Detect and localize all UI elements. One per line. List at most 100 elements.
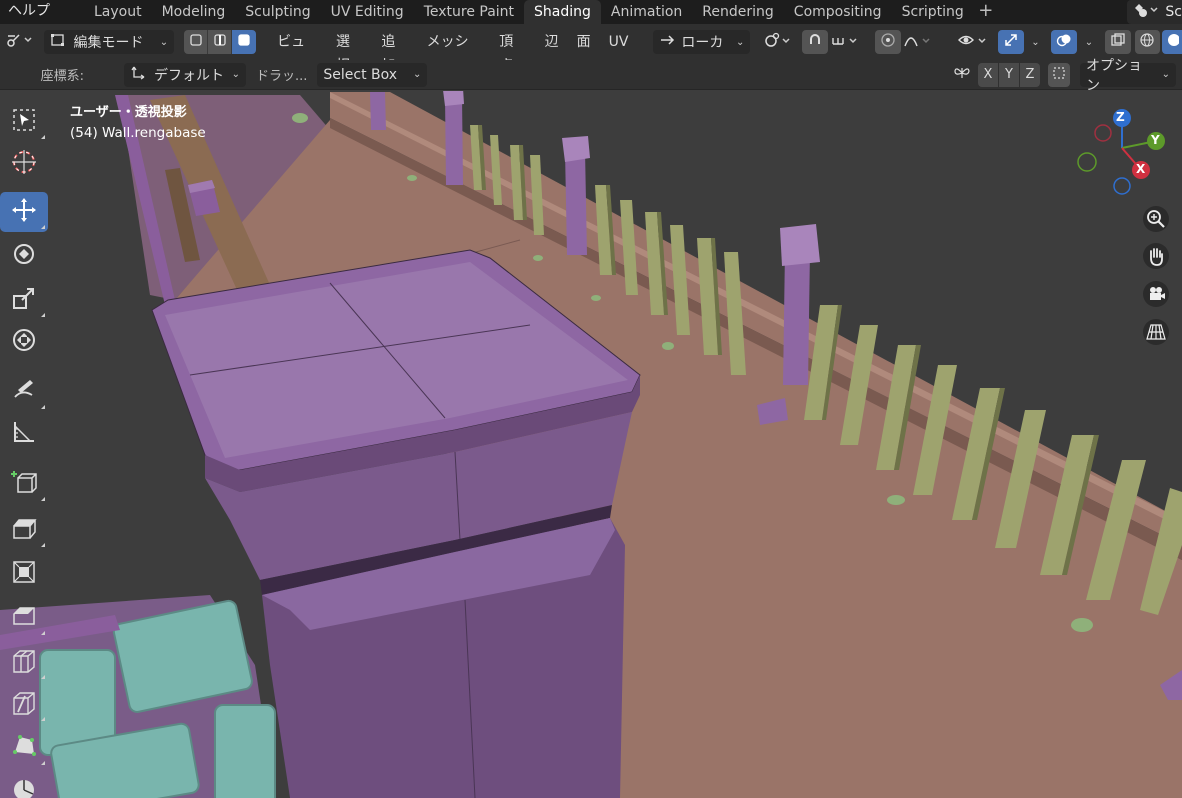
transform-tool[interactable] — [0, 322, 48, 362]
chevron-down-icon: ⌄ — [736, 36, 745, 48]
tab-uv-editing[interactable]: UV Editing — [321, 0, 414, 24]
options-label: オプション — [1086, 57, 1142, 94]
annotate-tool[interactable] — [0, 372, 48, 412]
tab-texture-paint[interactable]: Texture Paint — [414, 0, 524, 24]
menu-vertex[interactable]: 頂点 — [490, 30, 535, 74]
falloff-dropdown[interactable] — [901, 30, 937, 54]
overlay-toggle[interactable] — [1051, 30, 1078, 54]
drag-label: ドラッ... — [256, 69, 308, 84]
pivot-point-button[interactable] — [758, 30, 798, 54]
select-box-tool[interactable] — [0, 102, 48, 142]
proportional-edit-icon — [880, 32, 896, 52]
tab-layout[interactable]: Layout — [84, 0, 152, 24]
object-info-label: (54) Wall.rengabase — [70, 125, 206, 141]
coord-system-value: デフォルト — [154, 67, 224, 84]
scene-selector[interactable]: Sc — [1127, 0, 1182, 24]
tab-modeling[interactable]: Modeling — [152, 0, 236, 24]
menu-uv[interactable]: UV — [600, 30, 638, 54]
cursor-tool[interactable] — [0, 144, 48, 184]
tool-corner-marker — [41, 543, 45, 547]
chevron-down-icon: ⌄ — [1161, 69, 1170, 80]
zoom-icon — [1142, 205, 1170, 237]
tool-corner-marker — [41, 405, 45, 409]
solid-shading-button[interactable] — [1162, 30, 1182, 54]
orientation-label: ローカ — [681, 35, 724, 51]
extrude-icon — [10, 514, 38, 546]
move-tool[interactable] — [0, 192, 48, 232]
add-cube-tool[interactable] — [0, 464, 48, 504]
inset-icon — [10, 558, 38, 590]
add-workspace-button[interactable]: + — [974, 0, 998, 24]
options-dropdown[interactable]: オプション ⌄ — [1080, 58, 1176, 94]
tab-compositing[interactable]: Compositing — [784, 0, 892, 24]
topology-mirror-toggle[interactable] — [1048, 62, 1070, 87]
proportional-edit-toggle[interactable] — [875, 30, 901, 54]
menu-view[interactable]: ビュー — [268, 30, 327, 74]
pivot-icon — [763, 31, 793, 53]
menu-mesh[interactable]: メッシュ — [418, 30, 491, 74]
overlay-dropdown[interactable]: ⌄ — [1077, 30, 1095, 54]
spin-tool[interactable] — [0, 772, 48, 798]
camera-view-button[interactable] — [1139, 280, 1173, 312]
perspective-toggle-button[interactable] — [1139, 318, 1173, 350]
editor-type-button[interactable] — [0, 30, 40, 54]
coord-system-dropdown[interactable]: デフォルト ⌄ — [124, 62, 246, 87]
zoom-button[interactable] — [1139, 205, 1173, 237]
rotate-tool[interactable] — [0, 236, 48, 276]
move-icon — [10, 196, 38, 228]
chevron-down-icon: ⌄ — [413, 69, 422, 80]
snap-toggle[interactable] — [801, 30, 828, 54]
tab-animation[interactable]: Animation — [601, 0, 692, 24]
drag-select-dropdown[interactable]: Select Box ⌄ — [317, 62, 428, 87]
tool-settings-header: 座標系: デフォルト ⌄ ドラッ... Select Box ⌄ X Y Z オ… — [0, 58, 1182, 94]
pencil-icon — [10, 376, 38, 408]
navigation-gizmo[interactable]: Z Y X — [1075, 104, 1175, 204]
transform-orientation-dropdown[interactable]: ローカ ⌄ — [653, 30, 751, 54]
vertex-select-button[interactable] — [184, 30, 209, 54]
gizmo-toggle[interactable] — [997, 30, 1024, 54]
scale-tool[interactable] — [0, 280, 48, 320]
mirror-options: X Y Z オプション ⌄ — [950, 58, 1182, 94]
help-menu[interactable]: ヘルプ — [0, 0, 58, 24]
tab-rendering[interactable]: Rendering — [692, 0, 784, 24]
select-mode-group — [184, 30, 257, 54]
wireframe-shading-button[interactable] — [1134, 30, 1161, 54]
overlay-icon — [1056, 32, 1072, 52]
3d-viewport[interactable]: ユーザー・透視投影 (54) Wall.rengabase — [0, 91, 1182, 798]
mirror-button[interactable] — [950, 63, 974, 87]
gizmo-dropdown[interactable]: ⌄ — [1024, 30, 1042, 54]
edge-select-button[interactable] — [208, 30, 233, 54]
menu-add[interactable]: 追加 — [372, 30, 417, 74]
poly-build-tool[interactable] — [0, 728, 48, 768]
mirror-z-toggle[interactable]: Z — [1020, 62, 1040, 87]
bevel-tool[interactable] — [0, 598, 48, 638]
tab-sculpting[interactable]: Sculpting — [235, 0, 320, 24]
face-select-button[interactable] — [232, 30, 257, 54]
select-box-icon — [11, 107, 37, 137]
inset-tool[interactable] — [0, 554, 48, 594]
tool-corner-marker — [41, 631, 45, 635]
xray-toggle[interactable] — [1104, 30, 1131, 54]
mode-dropdown[interactable]: 編集モード ⌄ — [43, 30, 175, 54]
menu-face[interactable]: 面 — [568, 30, 600, 54]
knife-tool[interactable] — [0, 684, 48, 724]
tab-scripting[interactable]: Scripting — [892, 0, 974, 24]
viewport-header: 編集モード ⌄ ビュー 選択 追加 メッシュ 頂点 辺 面 UV ローカ ⌄ — [0, 24, 1182, 74]
tab-shading[interactable]: Shading — [524, 0, 601, 24]
menu-select[interactable]: 選択 — [327, 30, 372, 74]
visibility-dropdown[interactable] — [954, 30, 994, 54]
mirror-x-toggle[interactable]: X — [978, 62, 998, 87]
tool-corner-marker — [41, 313, 45, 317]
rotate-icon — [10, 240, 38, 272]
snap-target-dropdown[interactable] — [828, 30, 866, 54]
menu-edge[interactable]: 辺 — [536, 30, 568, 54]
loop-cut-tool[interactable] — [0, 642, 48, 682]
tool-corner-marker — [41, 135, 45, 139]
measure-tool[interactable] — [0, 414, 48, 454]
extrude-tool[interactable] — [0, 510, 48, 550]
pan-button[interactable] — [1139, 242, 1173, 274]
scene-icon — [1133, 1, 1161, 23]
cursor-icon — [10, 148, 38, 180]
tool-corner-marker — [41, 761, 45, 765]
mirror-y-toggle[interactable]: Y — [999, 62, 1019, 87]
